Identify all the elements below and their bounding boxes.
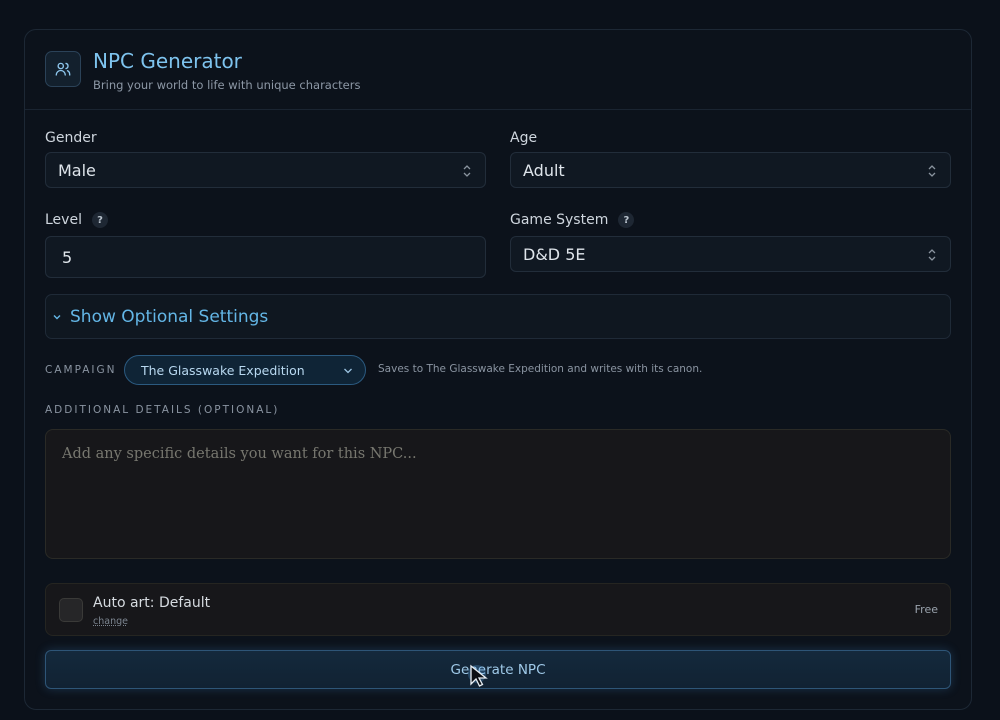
game-system-value: D&D 5E: [523, 244, 586, 264]
updown-chevron-icon: [463, 165, 471, 177]
age-value: Adult: [523, 160, 565, 180]
updown-chevron-icon: [928, 249, 936, 261]
level-input[interactable]: 5: [45, 236, 486, 278]
chevron-down-icon: [53, 314, 61, 319]
auto-art-checkbox[interactable]: [59, 598, 83, 622]
generate-npc-label: Generate NPC: [450, 661, 546, 678]
game-system-label: Game System ?: [510, 212, 635, 228]
mouse-cursor-icon: [468, 664, 488, 687]
level-label: Level ?: [45, 212, 108, 228]
auto-art-row: Auto art: Default change Free: [45, 583, 951, 636]
game-system-select[interactable]: D&D 5E: [510, 236, 951, 272]
level-value: 5: [62, 247, 73, 267]
age-select[interactable]: Adult: [510, 152, 951, 188]
details-placeholder: Add any specific details you want for th…: [62, 446, 417, 462]
campaign-label: CAMPAIGN: [45, 364, 117, 376]
campaign-note: Saves to The Glasswake Expedition and wr…: [378, 363, 703, 375]
campaign-select[interactable]: The Glasswake Expedition: [124, 355, 366, 385]
help-icon[interactable]: ?: [91, 212, 108, 228]
page-title: NPC Generator: [93, 49, 242, 73]
gender-label: Gender: [45, 130, 97, 146]
auto-art-price: Free: [914, 603, 938, 616]
chevron-down-icon: [344, 368, 352, 374]
help-icon[interactable]: ?: [618, 212, 635, 228]
additional-details-label: ADDITIONAL DETAILS (OPTIONAL): [45, 404, 280, 416]
campaign-value: The Glasswake Expedition: [141, 362, 305, 378]
auto-art-change-link[interactable]: change: [93, 616, 128, 627]
panel-header: NPC Generator Bring your world to life w…: [25, 30, 971, 110]
optional-settings-label: Show Optional Settings: [70, 306, 269, 327]
show-optional-settings-toggle[interactable]: Show Optional Settings: [45, 294, 951, 339]
generate-npc-button[interactable]: Generate NPC: [45, 650, 951, 689]
npc-generator-panel: NPC Generator Bring your world to life w…: [24, 29, 972, 710]
gender-value: Male: [58, 160, 96, 180]
users-icon: [45, 51, 81, 87]
page-subtitle: Bring your world to life with unique cha…: [93, 78, 361, 92]
updown-chevron-icon: [928, 165, 936, 177]
additional-details-textarea[interactable]: Add any specific details you want for th…: [45, 429, 951, 559]
age-label: Age: [510, 130, 538, 146]
gender-select[interactable]: Male: [45, 152, 486, 188]
auto-art-title: Auto art: Default: [93, 595, 211, 611]
